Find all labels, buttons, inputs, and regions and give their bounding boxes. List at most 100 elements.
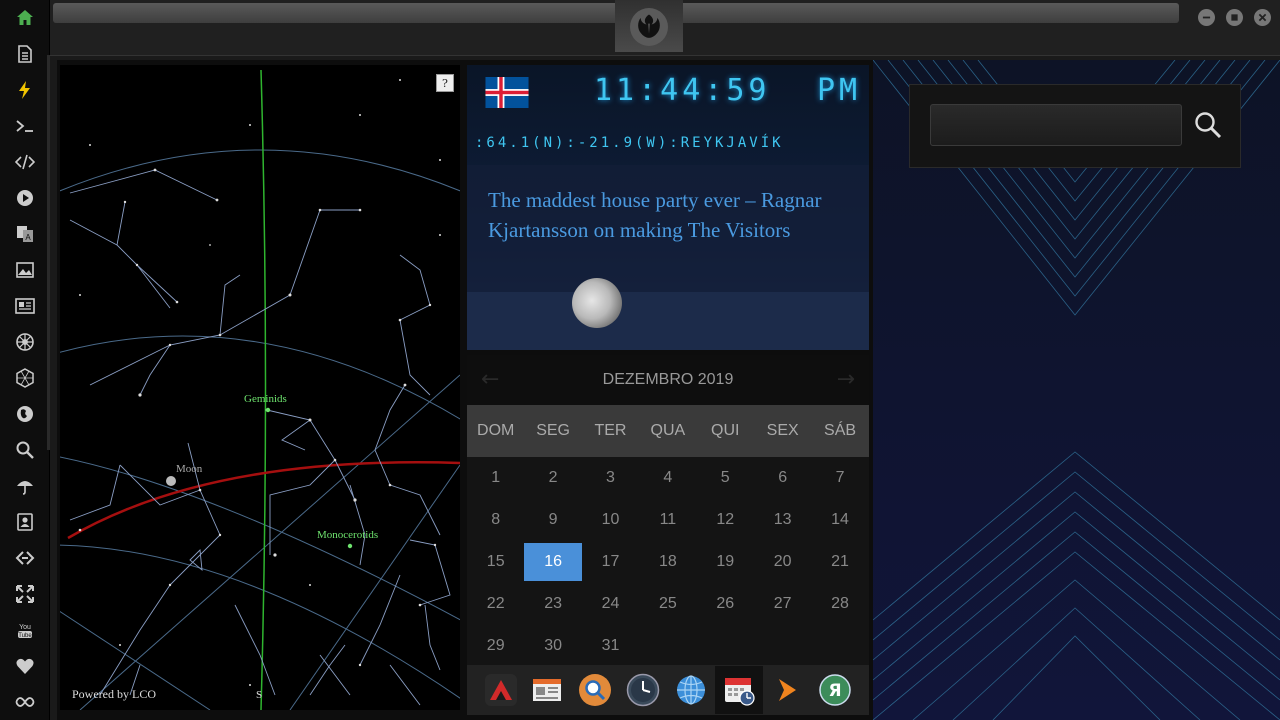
calendar-day[interactable]: 18 <box>639 541 696 583</box>
calendar-day[interactable]: 2 <box>524 457 581 499</box>
terminal-icon[interactable] <box>13 114 37 138</box>
bolt-icon[interactable] <box>13 78 37 102</box>
top-bar <box>50 0 1280 56</box>
sidebar: A You Tube <box>0 0 50 720</box>
home-icon[interactable] <box>13 6 37 30</box>
expand-icon[interactable] <box>13 582 37 606</box>
iceland-flag-icon <box>485 77 529 108</box>
calendar-day[interactable]: 30 <box>524 625 581 667</box>
calendar-day[interactable]: 23 <box>524 583 581 625</box>
rebel-emblem-tab[interactable] <box>615 0 683 52</box>
clock-app-icon[interactable] <box>619 666 667 714</box>
calendar-month-label: DEZEMBRO 2019 <box>602 371 734 388</box>
calendar-day[interactable]: 24 <box>582 583 639 625</box>
clock-time: 11:44:59 <box>594 73 771 108</box>
calendar-day[interactable]: 22 <box>467 583 524 625</box>
calendar-day[interactable]: 3 <box>582 457 639 499</box>
calendar-day[interactable]: 28 <box>811 583 868 625</box>
calendar-day[interactable]: 8 <box>467 499 524 541</box>
dayname: SEG <box>536 422 570 439</box>
calendar-day[interactable]: 12 <box>697 499 754 541</box>
calendar-day <box>697 625 754 667</box>
search-icon[interactable] <box>13 438 37 462</box>
clock-location: :64.1(N):-21.9(W):REYKJAVÍK <box>475 135 784 151</box>
sky-help-button[interactable]: ? <box>436 74 454 92</box>
news-icon[interactable] <box>13 294 37 318</box>
calendar-day[interactable]: 31 <box>582 625 639 667</box>
powered-by-label: Powered by LCO <box>72 687 156 701</box>
code-icon[interactable] <box>13 150 37 174</box>
main-content: ? Geminids Moon Monocerotids S Powered b… <box>57 60 1280 720</box>
rebel-alliance-icon <box>630 8 668 46</box>
dayname: SEX <box>766 422 799 439</box>
calendar-day[interactable]: 6 <box>754 457 811 499</box>
youtube-icon[interactable]: You Tube <box>13 618 37 642</box>
calendar-day[interactable]: 17 <box>582 541 639 583</box>
calendar-day-today[interactable]: 16 <box>524 543 582 581</box>
calendar-day[interactable]: 27 <box>754 583 811 625</box>
umbrella-icon[interactable] <box>13 474 37 498</box>
calendar-week: 29 30 31 <box>467 625 869 667</box>
mountain-app-icon[interactable] <box>479 666 523 714</box>
calendar-day[interactable]: 26 <box>697 583 754 625</box>
search-input[interactable] <box>930 104 1182 146</box>
calendar-day[interactable]: 1 <box>467 457 524 499</box>
dayname: DOM <box>477 422 515 439</box>
close-button[interactable] <box>1254 9 1271 26</box>
calendar-day <box>811 625 868 667</box>
calendar: ← DEZEMBRO 2019 → DOM SEG TER QUA QUI SE… <box>467 355 869 665</box>
calendar-week: 22 23 24 25 26 27 28 <box>467 583 869 625</box>
globe-icon[interactable] <box>13 402 37 426</box>
calendar-day[interactable]: 29 <box>467 625 524 667</box>
document-icon[interactable] <box>13 42 37 66</box>
image-icon[interactable] <box>13 258 37 282</box>
dayname: QUI <box>711 422 740 439</box>
link-icon[interactable] <box>13 546 37 570</box>
calendar-next-button[interactable]: → <box>837 367 855 392</box>
empire-icon[interactable] <box>13 330 37 354</box>
clock-panel: 11:44:59 PM :64.1(N):-21.9(W):REYKJAVÍK … <box>467 65 869 350</box>
search-app-icon[interactable] <box>571 666 619 714</box>
calendar-day[interactable]: 10 <box>582 499 639 541</box>
calendar-day[interactable]: 13 <box>754 499 811 541</box>
calendar-day[interactable]: 25 <box>639 583 696 625</box>
contact-icon[interactable] <box>13 510 37 534</box>
calendar-day[interactable]: 20 <box>754 541 811 583</box>
svg-text:You: You <box>19 624 31 631</box>
news-item[interactable]: The maddest house party ever – Ragnar Kj… <box>467 165 869 295</box>
heart-icon[interactable] <box>13 654 37 678</box>
news-app-icon[interactable] <box>523 666 571 714</box>
calendar-week: 15 16 17 18 19 20 21 <box>467 541 869 583</box>
hexagon-icon[interactable] <box>13 366 37 390</box>
calendar-app-icon[interactable] <box>715 666 763 714</box>
sky-map[interactable]: ? Geminids Moon Monocerotids S Powered b… <box>60 65 460 710</box>
calendar-day[interactable]: 9 <box>524 499 581 541</box>
calendar-day[interactable]: 5 <box>697 457 754 499</box>
calendar-day[interactable]: 7 <box>811 457 868 499</box>
maximize-button[interactable] <box>1226 9 1243 26</box>
app-dock: Я <box>467 665 869 715</box>
translate-icon[interactable]: A <box>13 222 37 246</box>
yandex-app-icon[interactable]: Я <box>811 666 859 714</box>
search-widget <box>909 84 1241 168</box>
news-title[interactable]: The maddest house party ever – Ragnar Kj… <box>488 185 848 245</box>
clock-ampm: PM <box>817 73 862 108</box>
dayname: QUA <box>650 422 686 439</box>
minimize-button[interactable] <box>1198 9 1215 26</box>
calendar-day <box>754 625 811 667</box>
calendar-day[interactable]: 21 <box>811 541 868 583</box>
calendar-day[interactable]: 14 <box>811 499 868 541</box>
calendar-day[interactable]: 11 <box>639 499 696 541</box>
calendar-day[interactable]: 19 <box>697 541 754 583</box>
calendar-day[interactable]: 4 <box>639 457 696 499</box>
play-icon[interactable] <box>13 186 37 210</box>
globe-app-icon[interactable] <box>667 666 715 714</box>
moon-strip <box>467 292 869 350</box>
search-button[interactable] <box>1190 107 1226 143</box>
svg-text:A: A <box>25 233 31 242</box>
sidebar-scrollbar[interactable] <box>47 55 50 450</box>
calendar-daynames: DOM SEG TER QUA QUI SEX SÁB <box>467 405 869 457</box>
infinity-icon[interactable] <box>13 690 37 714</box>
arrow-app-icon[interactable] <box>763 666 811 714</box>
calendar-day[interactable]: 15 <box>467 541 524 583</box>
